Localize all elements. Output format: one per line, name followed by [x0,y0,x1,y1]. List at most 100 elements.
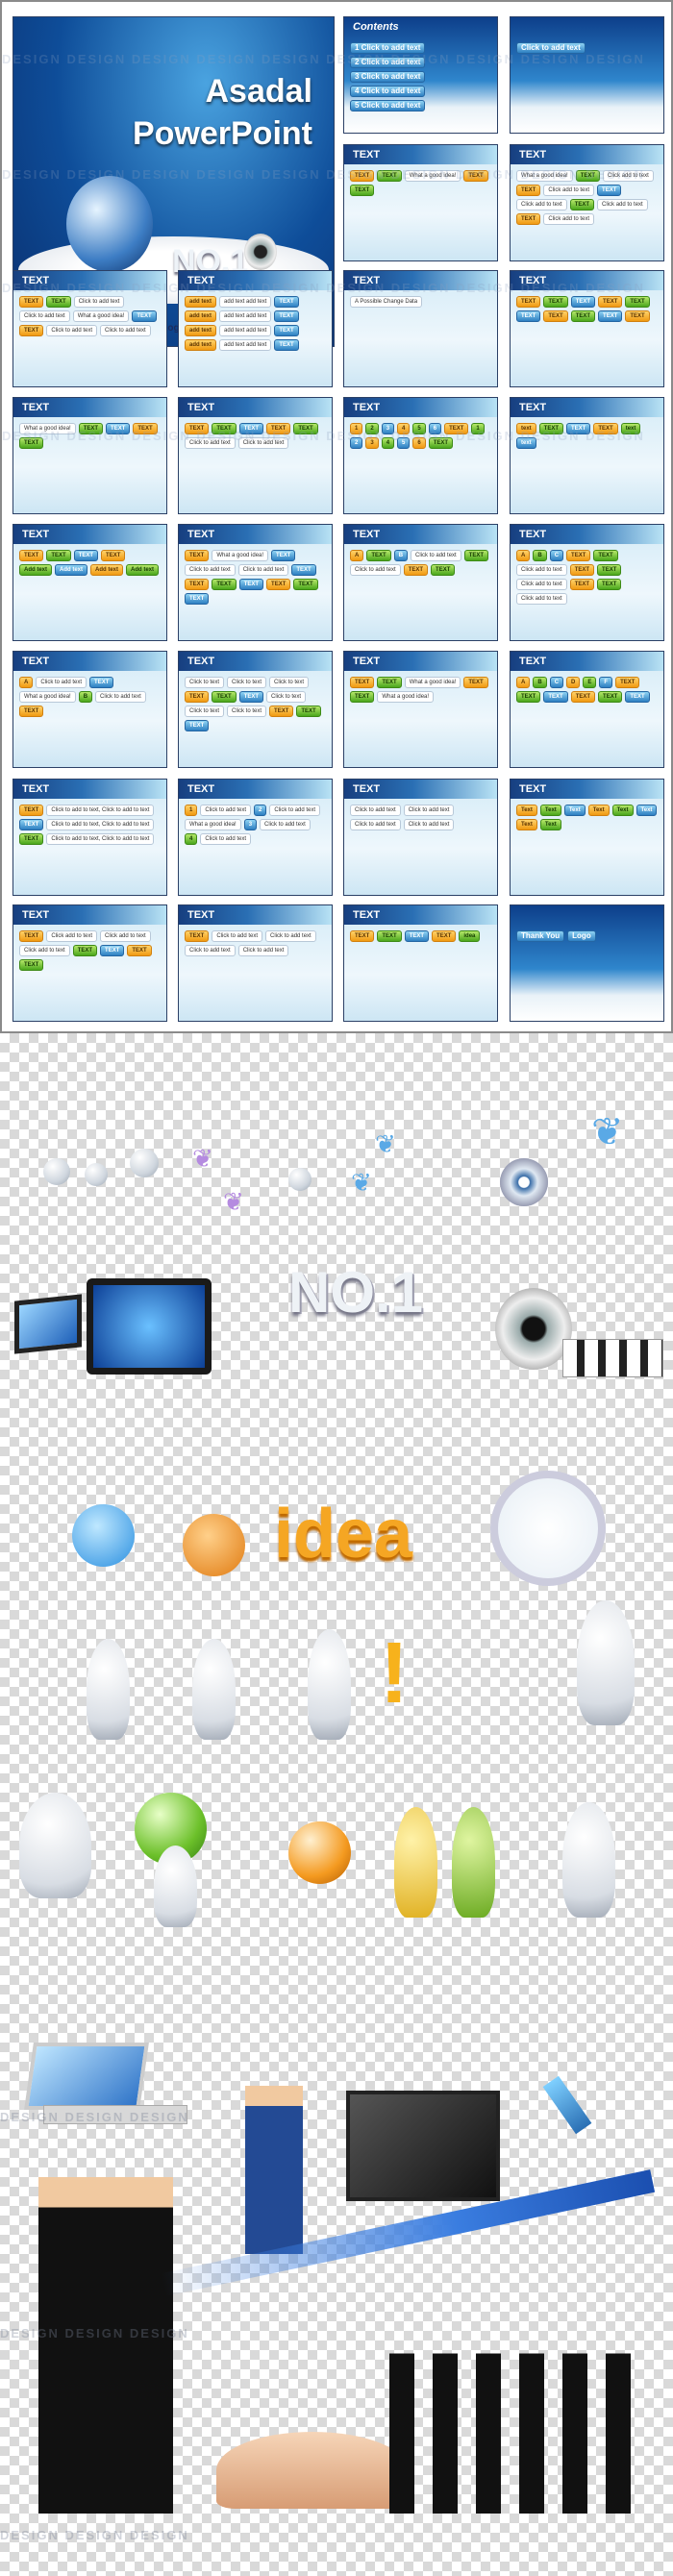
slide-text-item: What a good idea! [516,170,573,182]
slide-text-item: TEXT [266,579,291,590]
slide-thumbnail[interactable]: TEXT TEXT TEXT What a good idea! TEXT TEXT [343,144,498,261]
slide-thumbnail[interactable]: TEXT A Possible Change Data [343,270,498,387]
slide-text-item: Click add to text [19,945,70,956]
clipart-sheet: ❦ ❦ ❦ ❦ ❦ NO.1 idea ! DESIGN DESIGN DESI… [0,1033,673,2576]
slide-thumbnail[interactable]: TEXT A Click to add text TEXT What a good id… [12,651,167,768]
slide-text-item: Click to add to text, Click to add to te… [46,819,155,830]
slide-title: TEXT [179,652,332,671]
slide-thumbnail[interactable]: TEXT add text add text add text TEXT add tex… [178,270,333,387]
slide-text-item: TEXT [274,310,299,322]
slide-text-item: TEXT [598,310,623,322]
slide-title: TEXT [13,525,166,544]
slide-text-item: Click to add text [185,437,236,449]
slide-text-item: TEXT [569,199,595,211]
slide-body: TEXT Click to add text Click to add text Cl… [185,930,326,1015]
slide-thumbnail[interactable]: TEXT TEXT TEXT TEXT TEXT Add text Add text Add … [12,524,167,641]
slide-text-item: TEXT [597,185,622,196]
slide-thumbnail[interactable]: TEXT text TEXT TEXT TEXT text text [510,397,664,514]
slide-text-item: add text [185,296,217,308]
slide-text-item: TEXT [366,550,391,561]
slide-text-item: add text add text [219,325,272,336]
slide-thumbnail[interactable]: TEXT TEXT TEXT What a good idea! TEXT TEXT Wha… [343,651,498,768]
slide-thumbnail[interactable]: TEXT 1 2 3 4 5 6 TEXT 1 2 3 4 5 6 TEXT [343,397,498,514]
slide-text-item: Click add to text [603,170,654,182]
slide-text-item: What a good idea! [185,819,241,830]
slide-text-item: Click add to text [100,930,151,942]
slide-thumbnail[interactable]: TEXT A TEXT B Click to add text TEXT Click to … [343,524,498,641]
slide-thumbnail[interactable]: TEXT TEXT TEXT TEXT TEXT idea [343,904,498,1022]
slide-text-item: Click to add text [516,42,586,54]
slide-thumbnail[interactable]: TEXT TEXT Click add to text Click add to te… [12,904,167,1022]
yellow-figure-icon [394,1807,437,1918]
butterfly-icon: ❦ [591,1111,624,1153]
slide-thumbnail[interactable]: TEXT A B C TEXT TEXT Click add to text TEXT TEXT… [510,524,664,641]
slide-text-item: TEXT [538,423,564,434]
slide-text-item: TEXT [269,706,294,717]
slide-text-item: Click to add text [411,550,461,561]
slide-text-item: TEXT [185,930,210,942]
slide-text-item: TEXT [212,691,237,703]
slide-text-item: Click to text [227,677,267,688]
slide-body: 1 Click to add text 2 Click to add text 3 … [350,42,491,127]
slide-title: TEXT [511,525,663,544]
blue-smiley-icon [72,1504,135,1567]
slide-text-item: Click to add text [185,564,236,576]
slide-text-item: Text [636,805,658,816]
butterfly-icon: ❦ [375,1129,396,1158]
slide-thumbnail[interactable]: TEXT What a good idea! TEXT Click add to te… [510,144,664,261]
slide-thumbnail[interactable]: Contents 1 Click to add text 2 Click to ad… [343,16,498,134]
slide-text-item: TEXT [106,423,131,434]
slide-thumbnail[interactable]: TEXT TEXT TEXT TEXT TEXT TEXT Click to add tex… [178,397,333,514]
globe-icon [66,176,153,272]
slide-text-item: 1 [185,805,198,816]
slide-text-item: A [516,550,531,561]
slide-text-item: text [620,423,641,434]
slide-text-item: TEXT [516,310,541,322]
slide-text-item: Click to add text [46,325,98,336]
slide-thumbnail[interactable]: TEXT TEXT What a good idea! TEXT Click to ad… [178,524,333,641]
slide-thumbnail[interactable]: TEXT What a good idea! TEXT TEXT TEXT TEXT [12,397,167,514]
slide-thumbnail[interactable]: TEXT A B C D E F TEXT TEXT TEXT TEXT TEXT TEXT [510,651,664,768]
slide-body: Click to add text [516,42,658,127]
slide-text-item: 5 Click to add text [350,100,426,111]
slide-thumbnail[interactable]: TEXT Click to text Click to text Click to t… [178,651,333,768]
slide-text-item: TEXT [463,550,489,561]
slide-text-item: TEXT [101,550,126,561]
slide-thumbnail[interactable]: Click to add text [510,16,664,134]
slide-text-item: TEXT [570,310,596,322]
slide-text-item: TEXT [293,423,318,434]
slide-text-item: idea [459,930,481,942]
slide-text-item: TEXT [19,959,44,971]
slide-title: TEXT [511,652,663,671]
slide-thumbnail[interactable]: TEXT Click to add text Click to add text Cl… [343,779,498,896]
slide-thumbnail[interactable]: TEXT TEXT TEXT TEXT TEXT TEXT TEXT TEXT TEXT TEXT… [510,270,664,387]
slide-thumbnail[interactable]: Thank You Logo [510,904,664,1022]
seated-businessman-icon [38,2177,173,2514]
slide-text-item: Click to text [269,677,310,688]
slide-text-item: TEXT [238,691,264,703]
slide-text-item: A [516,677,531,688]
slide-body: A B C D E F TEXT TEXT TEXT TEXT TEXT TEXT [516,677,658,761]
slide-thumbnail[interactable]: TEXT 1 Click to add text 2 Click to add text… [178,779,333,896]
slide-thumbnail[interactable]: TEXT Text Text Text Text Text Text Text Text [510,779,664,896]
slide-text-item: Text [539,805,561,816]
slide-text-item: TEXT [516,185,541,196]
slide-text-item: TEXT [350,185,375,196]
slide-text-item: What a good idea! [404,170,461,182]
slide-text-item: TEXT [625,310,650,322]
slide-text-item: 2 [350,437,363,449]
slide-text-item: TEXT [133,423,158,434]
slide-text-item: Click to add text [200,805,252,816]
slide-thumbnail[interactable]: TEXT TEXT TEXT Click to add text Click to ad… [12,270,167,387]
speaker-icon [495,1288,572,1370]
piano-keys-icon [562,1339,663,1377]
slide-thumbnail[interactable]: TEXT TEXT Click to add to text, Click to a… [12,779,167,896]
slide-body: TEXT TEXT Click to add text Click to add te… [19,296,161,381]
slide-text-item: Click to add text [19,310,70,322]
slide-title: TEXT [179,271,332,290]
slide-thumbnail[interactable]: TEXT TEXT Click to add text Click to add te… [178,904,333,1022]
slide-title: TEXT [179,525,332,544]
slide-text-item: Click to text [185,706,225,717]
slide-text-item: Click to add text [237,945,289,956]
slide-text-item: add text add text [219,296,272,308]
